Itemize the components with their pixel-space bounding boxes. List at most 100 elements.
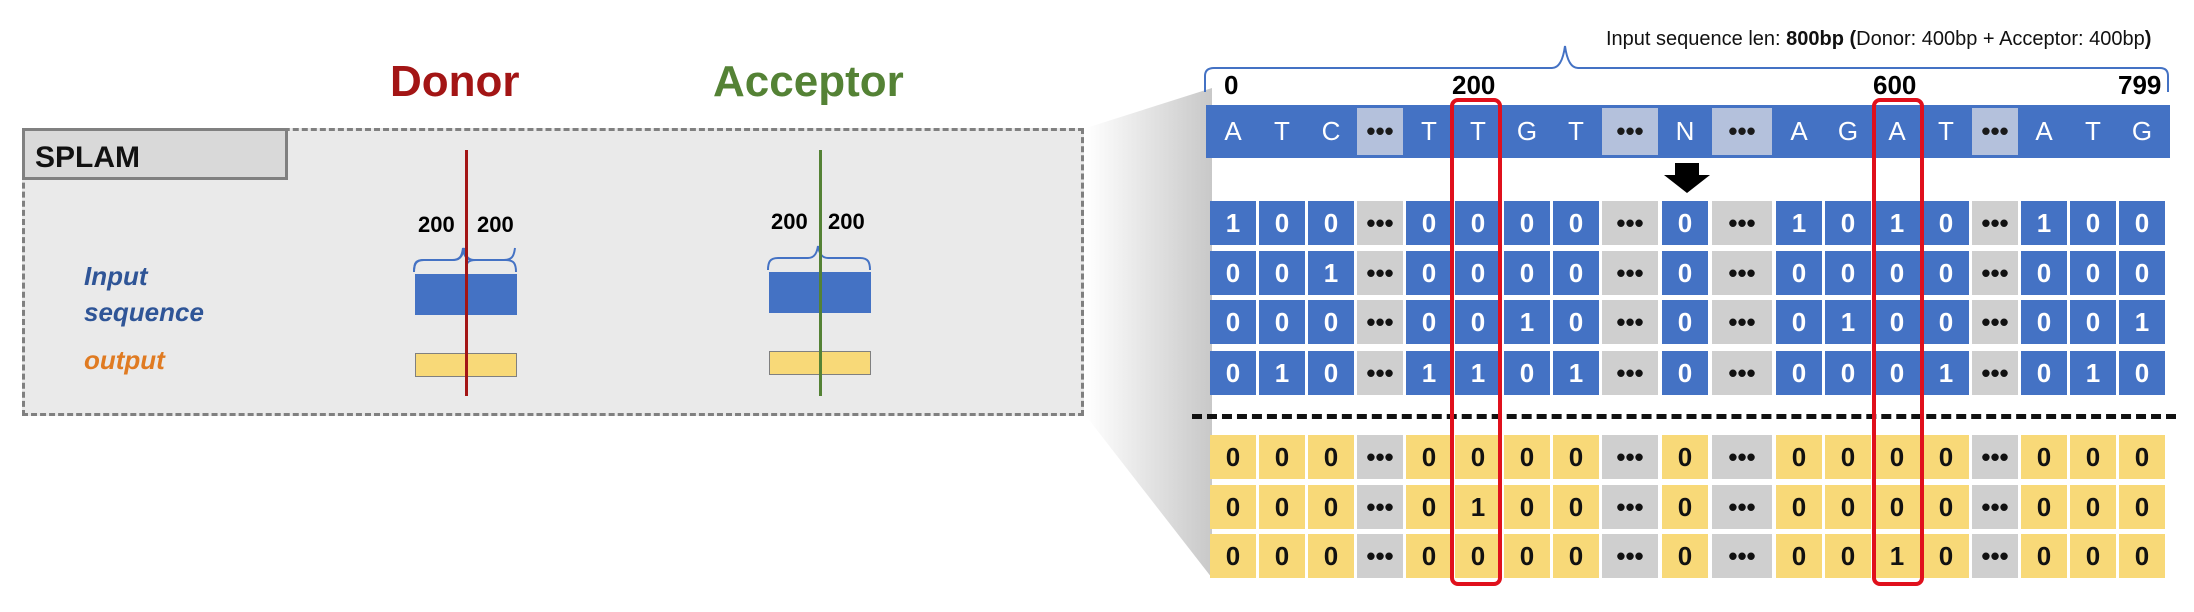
onehot-ellipsis-cell: ••• [1602, 201, 1658, 245]
onehot-cell: 0 [2070, 201, 2116, 245]
label-cell: 0 [2070, 485, 2116, 529]
onehot-cell: 0 [1825, 251, 1871, 295]
label-cell: 0 [1553, 485, 1599, 529]
label-cell: 0 [2119, 435, 2165, 479]
onehot-ellipsis-cell: ••• [1712, 201, 1772, 245]
label-cell: 0 [1825, 534, 1871, 578]
label-ellipsis-cell: ••• [1357, 435, 1403, 479]
acceptor-title: Acceptor [713, 57, 904, 106]
onehot-cell: 0 [2021, 300, 2067, 344]
onehot-ellipsis-cell: ••• [1602, 300, 1658, 344]
onehot-ellipsis-cell: ••• [1712, 351, 1772, 395]
onehot-ellipsis-cell: ••• [1357, 251, 1403, 295]
onehot-cell: 1 [2119, 300, 2165, 344]
onehot-cell: 0 [1923, 251, 1969, 295]
label-ellipsis-cell: ••• [1972, 534, 2018, 578]
donor-flank-left: 200 [418, 212, 455, 237]
label-cell: 0 [1662, 534, 1708, 578]
onehot-cell: 0 [1259, 300, 1305, 344]
onehot-cell: 0 [1210, 351, 1256, 395]
onehot-cell: 0 [1776, 300, 1822, 344]
nucleotide-cell: G [2119, 108, 2165, 155]
donor-site-highlight [1450, 98, 1502, 586]
onehot-cell: 0 [1406, 251, 1452, 295]
label-cell: 0 [1259, 534, 1305, 578]
onehot-cell: 0 [1825, 351, 1871, 395]
label-cell: 0 [2021, 435, 2067, 479]
onehot-cell: 0 [1259, 251, 1305, 295]
down-arrow-icon [1664, 163, 1710, 193]
sequence-ellipsis-cell: ••• [1357, 108, 1403, 155]
label-ellipsis-cell: ••• [1712, 534, 1772, 578]
input-label-line1: Input [84, 261, 148, 291]
onehot-cell: 0 [1210, 300, 1256, 344]
acceptor-flank-left: 200 [771, 209, 808, 234]
nucleotide-cell: G [1504, 108, 1550, 155]
label-cell: 0 [1259, 485, 1305, 529]
acceptor-site-line [819, 150, 822, 396]
onehot-cell: 0 [2070, 300, 2116, 344]
onehot-cell: 0 [1259, 201, 1305, 245]
onehot-cell: 0 [2119, 351, 2165, 395]
onehot-cell: 0 [1308, 300, 1354, 344]
onehot-ellipsis-cell: ••• [1972, 351, 2018, 395]
onehot-ellipsis-cell: ••• [1712, 300, 1772, 344]
onehot-ellipsis-cell: ••• [1357, 201, 1403, 245]
acceptor-site-highlight [1872, 98, 1924, 586]
label-cell: 0 [1504, 534, 1550, 578]
onehot-ellipsis-cell: ••• [1712, 251, 1772, 295]
acceptor-flank-right: 200 [828, 209, 865, 234]
onehot-cell: 0 [1662, 251, 1708, 295]
label-cell: 0 [2021, 534, 2067, 578]
label-cell: 0 [1210, 534, 1256, 578]
input-sequence-label: Input sequence [84, 258, 204, 330]
label-cell: 0 [1776, 435, 1822, 479]
sequence-ellipsis-cell: ••• [1972, 108, 2018, 155]
donor-flank-right: 200 [477, 212, 514, 237]
onehot-cell: 0 [2070, 251, 2116, 295]
label-cell: 0 [1825, 435, 1871, 479]
onehot-cell: 1 [1553, 351, 1599, 395]
onehot-cell: 0 [1308, 351, 1354, 395]
label-cell: 0 [1553, 435, 1599, 479]
nucleotide-cell: T [1259, 108, 1305, 155]
onehot-cell: 1 [1259, 351, 1305, 395]
nucleotide-cell: T [2070, 108, 2116, 155]
onehot-cell: 0 [1504, 201, 1550, 245]
nucleotide-cell: T [1923, 108, 1969, 155]
onehot-cell: 0 [2021, 351, 2067, 395]
label-cell: 0 [1406, 485, 1452, 529]
label-cell: 0 [1662, 435, 1708, 479]
onehot-cell: 0 [1923, 300, 1969, 344]
onehot-ellipsis-cell: ••• [1357, 351, 1403, 395]
onehot-cell: 0 [1553, 251, 1599, 295]
onehot-ellipsis-cell: ••• [1602, 251, 1658, 295]
label-cell: 0 [1308, 534, 1354, 578]
onehot-cell: 0 [2119, 201, 2165, 245]
nucleotide-cell: G [1825, 108, 1871, 155]
onehot-cell: 1 [1776, 201, 1822, 245]
label-cell: 0 [1308, 435, 1354, 479]
onehot-label-separator [1192, 414, 2176, 419]
nucleotide-cell: A [1210, 108, 1256, 155]
onehot-cell: 0 [2119, 251, 2165, 295]
label-cell: 0 [1923, 485, 1969, 529]
axis-label-600: 600 [1873, 70, 1917, 100]
label-cell: 0 [1923, 534, 1969, 578]
label-ellipsis-cell: ••• [1602, 435, 1658, 479]
label-cell: 0 [1406, 534, 1452, 578]
label-cell: 0 [2070, 534, 2116, 578]
sequence-length-brace [1204, 45, 2169, 92]
onehot-cell: 1 [2070, 351, 2116, 395]
onehot-ellipsis-cell: ••• [1602, 351, 1658, 395]
label-cell: 0 [2021, 485, 2067, 529]
label-cell: 0 [1662, 485, 1708, 529]
label-cell: 0 [1825, 485, 1871, 529]
label-ellipsis-cell: ••• [1972, 435, 2018, 479]
output-label: output [84, 345, 165, 375]
onehot-cell: 0 [1923, 201, 1969, 245]
onehot-cell: 0 [1406, 300, 1452, 344]
nucleotide-cell: C [1308, 108, 1354, 155]
nucleotide-cell: N [1662, 108, 1708, 155]
onehot-cell: 0 [1776, 351, 1822, 395]
